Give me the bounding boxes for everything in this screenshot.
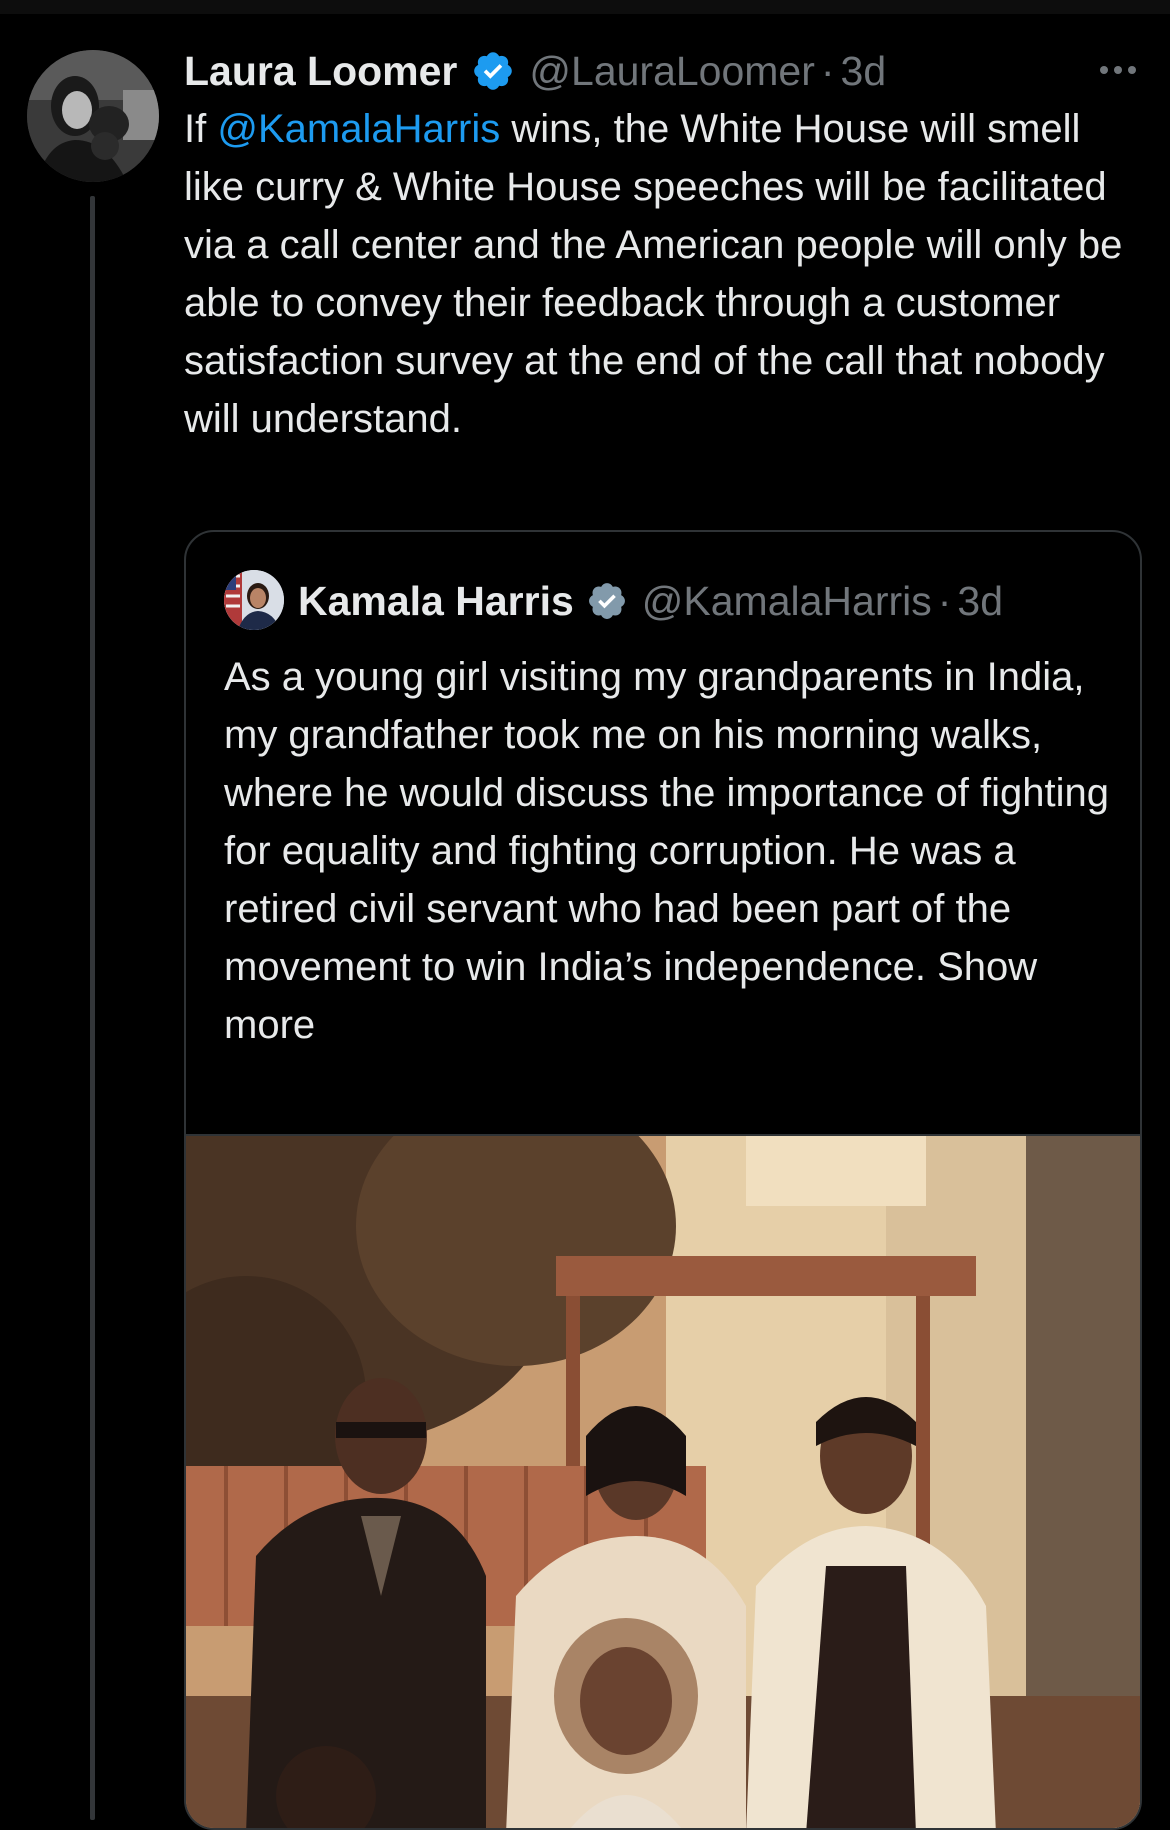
family-photo-image [186,1136,1140,1828]
quoted-tweet-card[interactable]: Kamala Harris @KamalaHarris · 3d As a yo… [184,530,1142,1830]
mention-link[interactable]: @KamalaHarris [217,107,500,151]
verified-badge-icon [474,52,513,90]
tweet-text: If @KamalaHarris wins, the White House w… [184,100,1144,448]
top-strip [0,0,1170,14]
author-avatar[interactable] [27,50,159,182]
separator-dot: · [820,47,835,94]
quoted-tweet-body: As a young girl visiting my grandparents… [224,655,1109,989]
tweet-timestamp[interactable]: 3d [841,48,887,95]
quoted-author-handle[interactable]: @KamalaHarris [642,578,932,625]
tweet-header: Laura Loomer @LauraLoomer · 3d [184,44,1144,98]
quoted-tweet-timestamp[interactable]: 3d [957,578,1003,625]
author-display-name[interactable]: Laura Loomer [184,48,457,95]
quoted-author-avatar[interactable] [224,570,284,630]
quoted-author-display-name[interactable]: Kamala Harris [298,578,574,625]
quoted-tweet-photo[interactable] [186,1134,1140,1828]
verified-badge-icon [588,583,625,619]
quoted-tweet-text: As a young girl visiting my grandparents… [224,648,1114,1054]
more-options-icon[interactable] [1096,62,1140,78]
author-handle[interactable]: @LauraLoomer [529,48,815,95]
author-avatar-image [27,50,159,182]
quoted-tweet-header: Kamala Harris @KamalaHarris · 3d [298,574,1003,628]
quoted-author-avatar-image [224,570,284,630]
tweet-text-intro: If [184,107,218,151]
thread-line [90,196,95,1820]
separator-dot: · [937,577,952,624]
tweet-text-body: wins, the White House will smell like cu… [184,107,1123,441]
